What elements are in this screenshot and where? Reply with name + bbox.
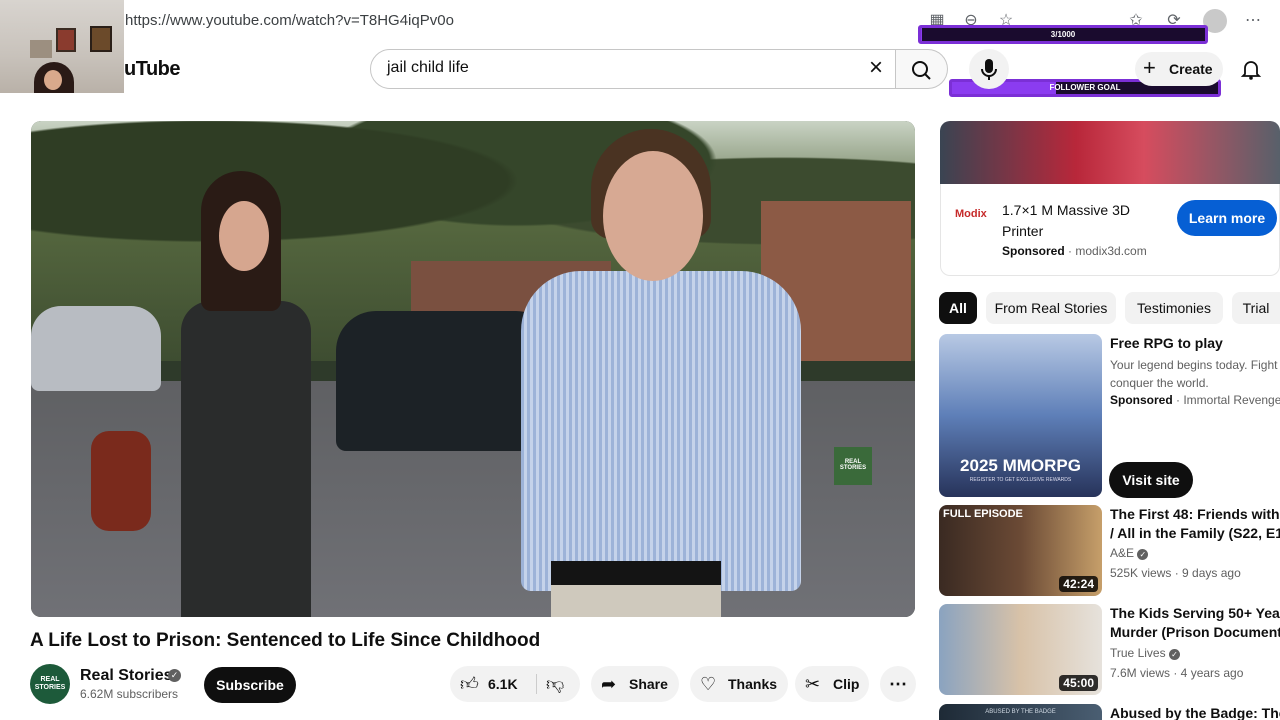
video-duration: 42:24 xyxy=(1059,576,1098,592)
rec-thumbnail-subtext: REGISTER TO GET EXCLUSIVE REWARDS xyxy=(969,477,1072,483)
like-dislike-group: 👍︎ 6.1K 👎︎ xyxy=(450,666,580,702)
rec-advertiser: Immortal Revenge xyxy=(1183,393,1280,407)
verified-badge-icon: ✓ xyxy=(1137,549,1149,560)
rec-title-2[interactable]: Murder (Prison Documentary) xyxy=(1110,623,1280,642)
ad-sponsored-line: Sponsored · modix3d.com xyxy=(1002,244,1147,258)
address-url[interactable]: https://www.youtube.com/watch?v=T8HG4iqP… xyxy=(125,12,454,29)
learn-more-button[interactable]: Learn more xyxy=(1177,200,1277,236)
clear-search-icon[interactable]: × xyxy=(864,56,888,80)
subscribe-button[interactable]: Subscribe xyxy=(204,667,296,703)
thumbs-down-icon[interactable]: 👎︎ xyxy=(546,666,564,702)
verified-badge-icon: ✓ xyxy=(1168,649,1180,660)
channel-avatar[interactable]: REAL STORIES xyxy=(30,664,70,704)
rec-title[interactable]: The Kids Serving 50+ Years for xyxy=(1110,604,1280,623)
chip-testimonies[interactable]: Testimonies xyxy=(1125,292,1223,324)
create-label: Create xyxy=(1169,61,1213,77)
ad-banner-image[interactable] xyxy=(940,121,1280,184)
chip-all[interactable]: All xyxy=(939,292,977,324)
more-menu-icon[interactable]: ⋯ xyxy=(1242,10,1264,32)
clip-label: Clip xyxy=(833,676,860,692)
rec-sponsor-line: Sponsored · Immortal Revenge xyxy=(1110,393,1280,407)
voice-search-button[interactable] xyxy=(969,49,1009,89)
search-button[interactable] xyxy=(896,49,948,89)
notifications-bell-icon[interactable] xyxy=(1240,58,1262,80)
rec-description-2: conquer the world. xyxy=(1110,376,1209,390)
rec-views-age: 7.6M views · 4 years ago xyxy=(1110,666,1244,680)
streamer-webcam xyxy=(0,0,124,93)
rec-channel-name: True Lives xyxy=(1110,646,1166,660)
rec-description: Your legend begins today. Fight and xyxy=(1110,358,1280,372)
search-query-text[interactable]: jail child life xyxy=(387,59,469,77)
create-button[interactable]: + Create xyxy=(1135,52,1223,86)
subscriber-count: 6.62M subscribers xyxy=(80,687,179,701)
rec-views-age: 525K views · 9 days ago xyxy=(1110,566,1241,580)
thumbs-up-icon[interactable]: 👍︎ xyxy=(460,666,479,702)
scissors-icon: ✂ xyxy=(805,674,821,694)
rec-channel-name: A&E xyxy=(1110,546,1135,560)
rec-sponsored-label: Sponsored xyxy=(1110,393,1173,407)
rec-thumbnail-badge: FULL EPISODE xyxy=(943,508,1023,520)
chip-from-real-stories[interactable]: From Real Stories xyxy=(986,292,1116,324)
rec-title-2[interactable]: / All in the Family (S22, E15) xyxy=(1110,524,1280,543)
thanks-label: Thanks xyxy=(728,676,778,692)
rec-thumbnail-text: 2025 MMORPG xyxy=(960,456,1081,475)
youtube-logo[interactable]: uTube xyxy=(124,58,181,81)
plus-icon: + xyxy=(1143,55,1156,80)
share-button[interactable]: ➦ Share xyxy=(591,666,679,702)
channel-watermark[interactable]: REAL STORIES xyxy=(834,447,872,485)
share-icon: ➦ xyxy=(601,674,617,694)
rec-title[interactable]: Free RPG to play xyxy=(1110,334,1280,353)
ad-sponsored-label: Sponsored xyxy=(1002,244,1065,258)
share-label: Share xyxy=(629,676,668,692)
clip-button[interactable]: ✂ Clip xyxy=(795,666,869,702)
rec-title[interactable]: Abused by the Badge: The xyxy=(1110,704,1280,720)
verified-badge-icon: ✓ xyxy=(168,669,181,682)
channel-name[interactable]: Real Stories xyxy=(80,667,172,685)
visit-site-button[interactable]: Visit site xyxy=(1109,462,1193,498)
video-duration: 45:00 xyxy=(1059,675,1098,691)
rec-channel[interactable]: A&E ✓ xyxy=(1110,546,1149,560)
search-icon xyxy=(912,61,931,80)
rec-thumbnail[interactable]: FULL EPISODE 42:24 xyxy=(939,505,1102,596)
sub-goal-text: 3/1000 xyxy=(1050,30,1076,39)
microphone-icon xyxy=(981,59,997,80)
ad-title[interactable]: 1.7×1 M Massive 3D Printer xyxy=(1002,200,1172,242)
video-player[interactable] xyxy=(31,121,915,617)
sub-goal-overlay: 3/1000 xyxy=(918,25,1208,44)
thanks-heart-icon: ♡ xyxy=(700,674,717,694)
ad-domain: modix3d.com xyxy=(1075,244,1147,258)
video-title: A Life Lost to Prison: Sentenced to Life… xyxy=(30,630,541,651)
rec-thumbnail[interactable]: 45:00 xyxy=(939,604,1102,695)
follower-goal-text: FOLLOWER GOAL xyxy=(1049,83,1121,92)
rec-thumbnail[interactable]: ABUSED BY THE BADGE xyxy=(939,704,1102,720)
like-count[interactable]: 6.1K xyxy=(488,666,518,702)
more-actions-icon[interactable]: ⋯ xyxy=(880,666,916,702)
rec-channel[interactable]: True Lives ✓ xyxy=(1110,646,1180,660)
thanks-button[interactable]: ♡ Thanks xyxy=(690,666,788,702)
chip-trial[interactable]: Trial xyxy=(1232,292,1280,324)
rec-thumbnail-text: ABUSED BY THE BADGE xyxy=(985,709,1056,715)
ad-advertiser-logo: Modix xyxy=(955,208,987,220)
rec-thumbnail[interactable]: 2025 MMORPG REGISTER TO GET EXCLUSIVE RE… xyxy=(939,334,1102,497)
rec-title[interactable]: The First 48: Friends with Guns xyxy=(1110,505,1280,524)
